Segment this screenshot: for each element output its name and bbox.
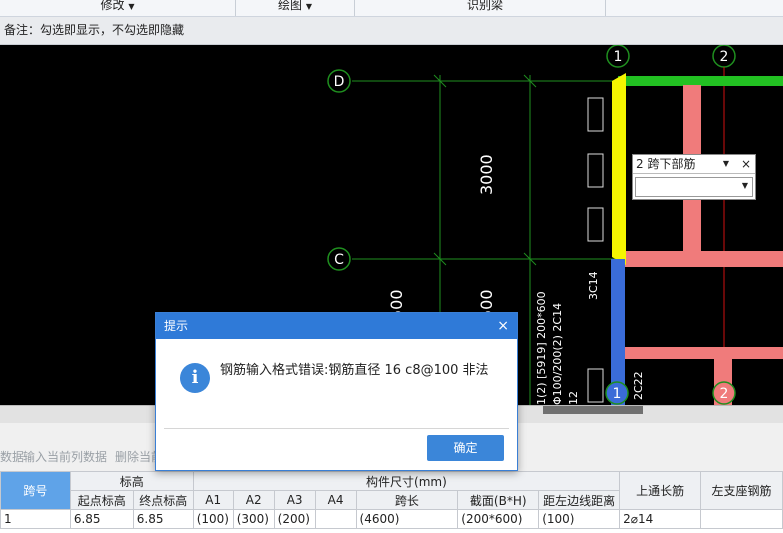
column-outline (587, 207, 604, 242)
axis-bubble-2-bottom: 2 (712, 381, 736, 405)
header-top-long-rebar[interactable]: 上通长筋 (619, 471, 701, 510)
dialog-message: 钢筋输入格式错误:钢筋直径 16 c8@100 非法 (220, 363, 489, 378)
chevron-down-icon[interactable]: ▼ (723, 155, 729, 173)
ribbon-group-label: 绘图 (278, 0, 303, 12)
column-outline (587, 153, 604, 188)
axis-bubble-2-top: 2 (712, 45, 736, 68)
column-outline (587, 97, 604, 132)
header-span-no[interactable]: 跨号 (0, 471, 71, 510)
scrollbar-thumb[interactable] (543, 406, 643, 414)
axis-bubble-1-top: 1 (606, 45, 630, 68)
column-outline (587, 368, 604, 403)
note-text: 备注：勾选即显示，不勾选即隐藏 (4, 23, 185, 37)
beam-annotation-bottom: 2C22 (632, 371, 645, 400)
floating-panel-title: 2 跨下部筋 (636, 157, 696, 171)
floating-panel-header: 2 跨下部筋 ▼ × (633, 155, 755, 174)
header-a2[interactable]: A2 (232, 490, 275, 510)
dialog-title: 提示 (164, 319, 189, 333)
beam-annotation-top: 3C14 (587, 271, 600, 300)
beam-selected-yellow[interactable] (612, 73, 626, 265)
ok-button[interactable]: 确定 (427, 435, 504, 461)
table-cell[interactable]: 6.85 (69, 509, 134, 529)
toolbar-item-data[interactable]: 数据 (0, 446, 24, 468)
svg-text:D: D (334, 74, 345, 90)
close-icon[interactable]: × (741, 155, 751, 173)
beam-table-grid: 跨号 标高 构件尺寸(mm) 上通长筋 左支座钢筋 起点标高 终点标高 A1 A… (0, 471, 783, 529)
floating-input-panel[interactable]: 2 跨下部筋 ▼ × ▼ (632, 154, 756, 200)
ribbon-group-recognize-beam[interactable]: 识别梁 (455, 0, 515, 16)
note-bar: 备注：勾选即显示，不勾选即隐藏 (0, 17, 783, 45)
header-left-support-rebar[interactable]: 左支座钢筋 (700, 471, 783, 510)
ribbon-group-draw[interactable]: 绘图 ▼ (270, 0, 320, 16)
beam-green (618, 76, 783, 86)
table-cell[interactable]: 1 (0, 509, 71, 529)
ribbon: 修改 ▼ 绘图 ▼ 识别梁 (0, 0, 783, 17)
svg-text:C: C (334, 252, 344, 268)
ribbon-group-modify[interactable]: 修改 ▼ (90, 0, 145, 16)
header-a3[interactable]: A3 (273, 490, 316, 510)
ribbon-group-label: 识别梁 (466, 0, 503, 12)
header-section[interactable]: 截面(B*H) (457, 490, 540, 510)
beam-red-horizontal-2 (618, 347, 783, 359)
table-cell[interactable]: (4600) (355, 509, 459, 529)
table-cell[interactable]: (100) (538, 509, 621, 529)
axis-bubble-1-bottom: 1 (605, 381, 629, 405)
rebar-input-select[interactable]: ▼ (635, 177, 753, 197)
beam-table: 跨号 标高 构件尺寸(mm) 上通长筋 左支座钢筋 起点标高 终点标高 A1 A… (0, 471, 783, 533)
chevron-down-icon: ▼ (128, 2, 135, 11)
svg-text:1: 1 (613, 386, 622, 402)
ribbon-divider (235, 0, 236, 16)
table-cell[interactable]: 6.85 (132, 509, 194, 529)
header-span-length[interactable]: 跨长 (355, 490, 459, 510)
beam-annotation-stirrup: Φ100/200(2) 2C14 (551, 303, 564, 405)
toolbar-item-input-column[interactable]: 输入当前列数据 (23, 446, 107, 468)
header-start-elevation[interactable]: 起点标高 (69, 490, 134, 510)
dim-text-3000: 3000 (477, 154, 496, 195)
dialog-titlebar: 提示 × (156, 313, 517, 339)
table-cell[interactable]: (200*600) (457, 509, 540, 529)
header-elevation-group: 标高 (69, 471, 194, 491)
table-cell[interactable] (314, 509, 357, 529)
beam-annotation-span: 1(2) [5919] 200*600 (535, 291, 548, 405)
close-icon[interactable]: × (497, 313, 509, 339)
table-cell[interactable]: 2⌀14 (619, 509, 701, 529)
chevron-down-icon: ▼ (741, 181, 748, 190)
table-cell[interactable] (700, 509, 783, 529)
table-cell[interactable]: (100) (192, 509, 234, 529)
info-icon: i (180, 363, 210, 393)
table-cell[interactable]: (300) (232, 509, 275, 529)
axis-bubble-d: D (327, 69, 351, 93)
table-row: 1 6.85 6.85 (100) (300) (200) (4600) (20… (0, 509, 783, 529)
dialog-divider (164, 428, 509, 429)
axis-bubble-c: C (327, 247, 351, 271)
header-end-elevation[interactable]: 终点标高 (132, 490, 194, 510)
ribbon-group-label: 修改 (100, 0, 125, 12)
svg-text:1: 1 (614, 49, 623, 65)
header-a1[interactable]: A1 (192, 490, 234, 510)
beam-red-horizontal (618, 251, 783, 267)
header-left-edge-distance[interactable]: 距左边线距离 (538, 490, 621, 510)
header-dimension-group: 构件尺寸(mm) (192, 471, 621, 491)
chevron-down-icon: ▼ (305, 2, 312, 11)
svg-text:2: 2 (720, 49, 729, 65)
ribbon-divider (605, 0, 606, 16)
svg-text:2: 2 (720, 386, 729, 402)
ribbon-divider (354, 0, 355, 16)
beam-annotation-extra: 12 (567, 391, 580, 405)
error-dialog: 提示 × i 钢筋输入格式错误:钢筋直径 16 c8@100 非法 确定 (155, 312, 518, 471)
table-cell[interactable]: (200) (273, 509, 316, 529)
header-a4[interactable]: A4 (314, 490, 357, 510)
